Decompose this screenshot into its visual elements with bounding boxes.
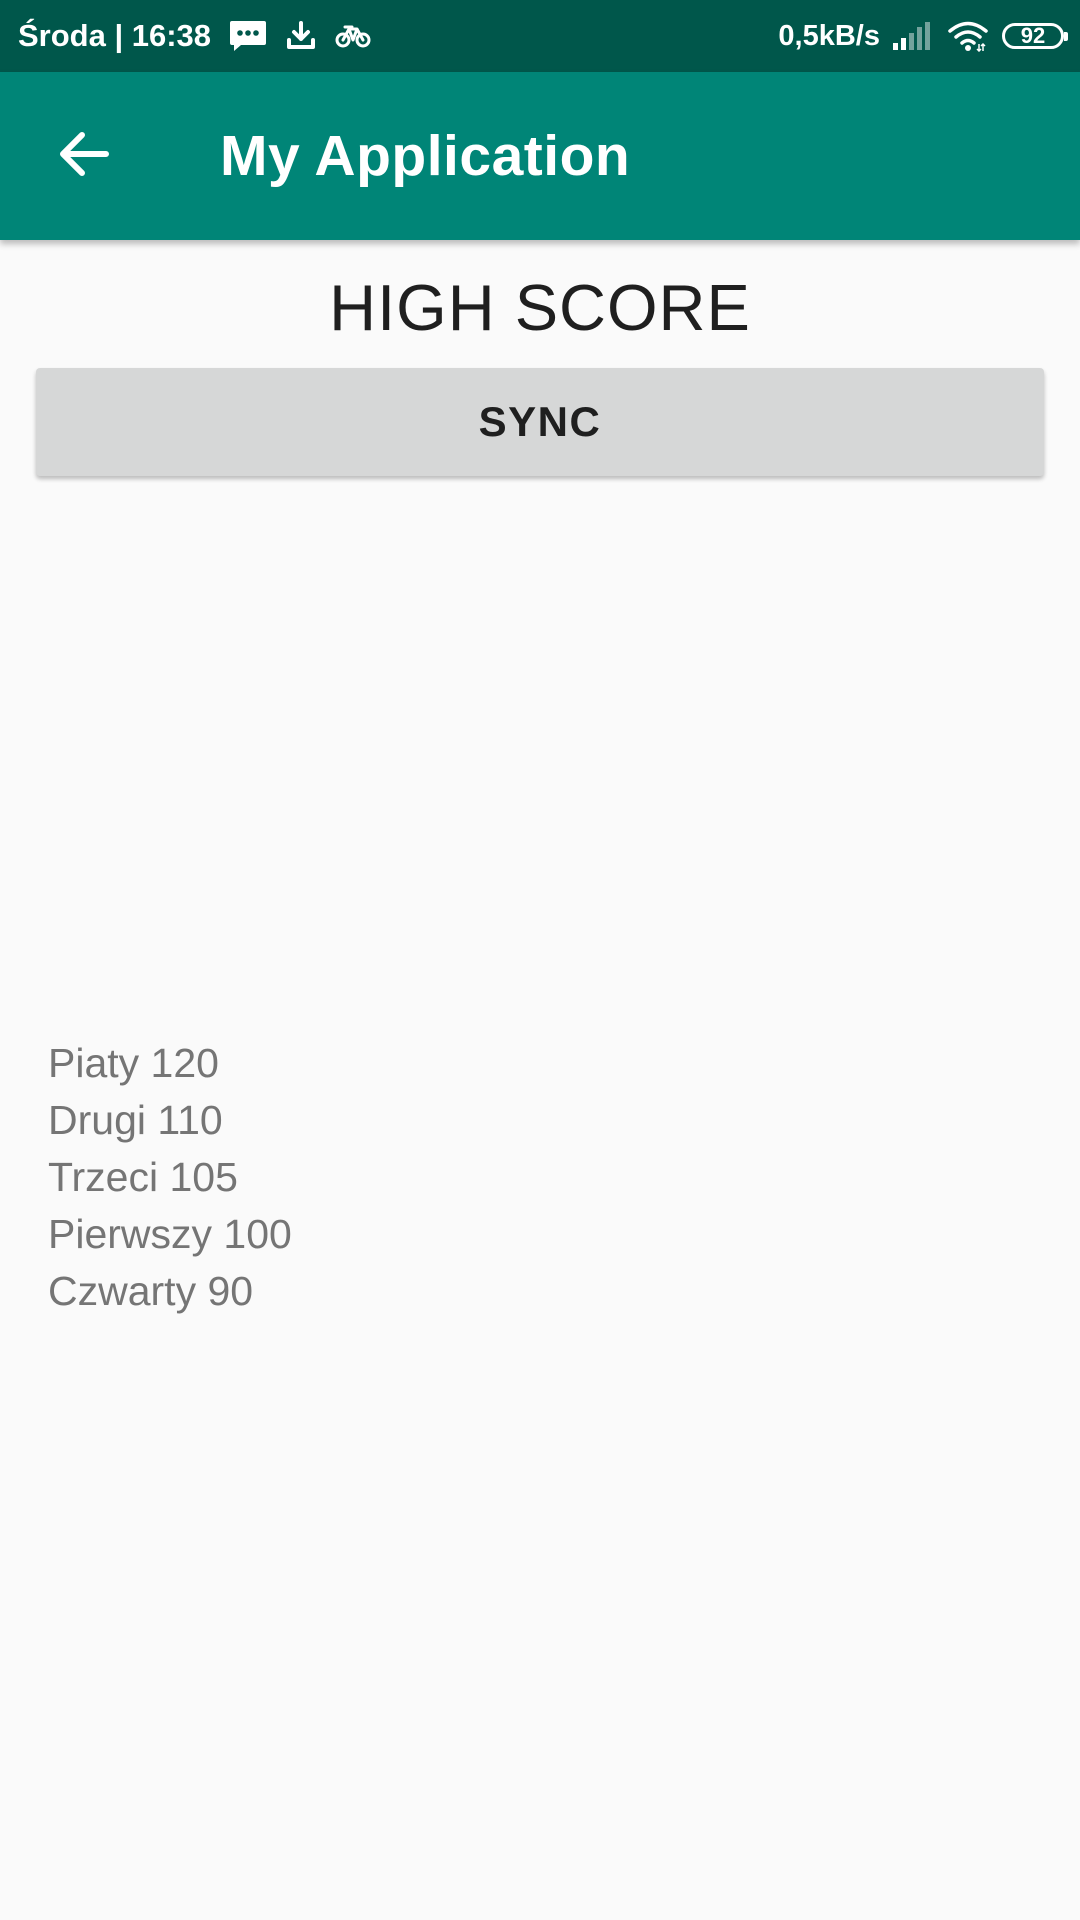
network-speed: 0,5kB/s xyxy=(778,19,880,52)
download-icon xyxy=(285,20,317,52)
score-item: Trzeci 105 xyxy=(48,1154,238,1200)
status-bar: Środa | 16:38 0,5kB/s 92 xyxy=(0,0,1080,72)
score-item: Drugi 110 xyxy=(48,1097,223,1143)
status-left: Środa | 16:38 xyxy=(18,18,371,54)
wifi-icon xyxy=(948,20,988,52)
battery-icon: 92 xyxy=(1002,23,1068,49)
bike-icon xyxy=(335,22,371,50)
message-icon xyxy=(229,19,267,53)
high-score-heading: HIGH SCORE xyxy=(329,271,751,344)
score-item: Pierwszy 100 xyxy=(48,1211,292,1257)
main-content: HIGH SCORE SYNC Piaty 120 Drugi 110 Trze… xyxy=(0,240,1080,1920)
signal-icon xyxy=(892,21,930,51)
arrow-left-icon xyxy=(58,130,110,183)
status-right: 0,5kB/s 92 xyxy=(778,19,1068,53)
status-time: Środa | 16:38 xyxy=(18,18,212,53)
app-title: My Application xyxy=(220,124,631,188)
battery-level: 92 xyxy=(1020,23,1046,48)
app-bar: My Application xyxy=(0,72,1080,240)
back-button[interactable] xyxy=(36,108,132,204)
score-item: Czwarty 90 xyxy=(48,1268,254,1314)
sync-button[interactable]: SYNC xyxy=(36,368,1044,476)
score-list: Piaty 120 Drugi 110 Trzeci 105 Pierwszy … xyxy=(48,1035,292,1320)
score-item: Piaty 120 xyxy=(48,1040,219,1086)
